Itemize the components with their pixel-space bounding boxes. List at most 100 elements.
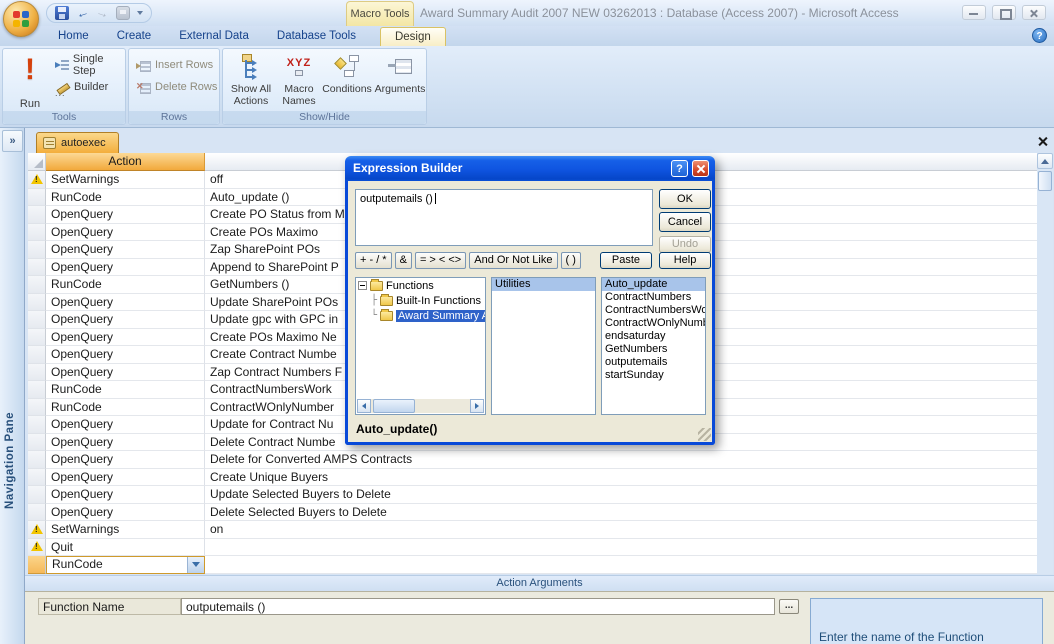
argument-cell[interactable]: Update Selected Buyers to Delete — [205, 486, 1037, 504]
function-list-item[interactable]: ContractNumbersWorki — [602, 304, 705, 317]
close-button[interactable] — [1022, 5, 1046, 20]
expression-values-list[interactable]: Auto_update ContractNumbers ContractNumb… — [601, 277, 706, 415]
action-cell[interactable]: OpenQuery — [46, 503, 205, 521]
action-cell[interactable]: OpenQuery — [46, 363, 205, 381]
vertical-scrollbar[interactable] — [1037, 153, 1053, 574]
action-cell[interactable]: OpenQuery — [46, 346, 205, 364]
function-list-item[interactable]: startSunday — [602, 369, 705, 382]
office-button[interactable] — [3, 1, 39, 37]
row-header[interactable] — [28, 556, 46, 574]
argument-cell[interactable]: Delete for Converted AMPS Contracts — [205, 451, 1037, 469]
operator-button[interactable]: ( ) — [560, 252, 581, 269]
function-list-item[interactable]: ContractNumbers — [602, 291, 705, 304]
operator-button[interactable]: And Or Not Like — [469, 252, 558, 269]
action-cell[interactable]: OpenQuery — [46, 206, 205, 224]
function-name-label[interactable]: Function Name — [38, 598, 181, 615]
tree-item-database-functions[interactable]: └ Award Summary Aud — [356, 308, 485, 323]
function-list-item[interactable]: outputemails — [602, 356, 705, 369]
function-list-item[interactable]: GetNumbers — [602, 343, 705, 356]
dropdown-arrow-icon[interactable] — [187, 557, 204, 573]
row-header[interactable] — [28, 416, 46, 434]
action-cell[interactable]: OpenQuery — [46, 451, 205, 469]
redo-icon[interactable]: → — [94, 3, 111, 21]
action-cell[interactable]: RunCode — [46, 276, 205, 294]
action-column-header[interactable]: Action — [46, 153, 205, 171]
action-cell[interactable]: OpenQuery — [46, 416, 205, 434]
build-button[interactable]: ... — [779, 599, 799, 614]
row-header[interactable] — [28, 433, 46, 451]
undo-icon[interactable]: ← — [74, 3, 91, 21]
collapse-icon[interactable] — [358, 281, 367, 290]
row-header[interactable] — [28, 258, 46, 276]
table-row[interactable]: Quit — [28, 538, 1037, 556]
tree-item-functions[interactable]: Functions — [356, 278, 485, 293]
row-header[interactable] — [28, 223, 46, 241]
row-header[interactable] — [28, 381, 46, 399]
row-header[interactable] — [28, 521, 46, 539]
action-cell[interactable]: OpenQuery — [46, 241, 205, 259]
run-button[interactable]: ! Run — [11, 54, 49, 111]
dialog-help-icon[interactable]: ? — [671, 160, 688, 177]
action-cell[interactable]: SetWarnings — [46, 521, 205, 539]
scroll-left-icon[interactable] — [357, 399, 371, 413]
action-cell[interactable]: OpenQuery — [46, 486, 205, 504]
action-cell[interactable]: RunCode — [46, 381, 205, 399]
row-header[interactable] — [28, 188, 46, 206]
delete-rows-button[interactable]: Delete Rows — [136, 79, 217, 95]
help-icon[interactable]: ? — [1032, 28, 1047, 43]
row-header[interactable] — [28, 451, 46, 469]
action-cell[interactable]: RunCode — [46, 398, 205, 416]
ribbon-tab[interactable]: Design — [379, 27, 446, 46]
action-cell[interactable]: OpenQuery — [46, 223, 205, 241]
row-header[interactable] — [28, 468, 46, 486]
category-list-item[interactable]: Utilities — [492, 278, 595, 291]
action-cell[interactable]: RunCode — [46, 188, 205, 206]
scrollbar-thumb[interactable] — [373, 399, 415, 413]
table-row[interactable]: OpenQuery Create Unique Buyers — [28, 468, 1037, 486]
expand-nav-pane-button[interactable]: » — [2, 130, 23, 152]
table-row[interactable]: SetWarnings on — [28, 521, 1037, 539]
help-button[interactable]: Help — [659, 252, 711, 269]
function-list-item[interactable]: ContractWOnlyNumber — [602, 317, 705, 330]
single-step-button[interactable]: Single Step — [55, 53, 125, 77]
row-header[interactable] — [28, 538, 46, 556]
paste-button[interactable]: Paste — [600, 252, 652, 269]
row-header[interactable] — [28, 346, 46, 364]
argument-cell[interactable]: on — [205, 521, 1037, 539]
tab-autoexec[interactable]: autoexec — [36, 132, 119, 153]
cancel-button[interactable]: Cancel — [659, 212, 711, 232]
resize-grip[interactable] — [698, 428, 711, 441]
tree-horizontal-scrollbar[interactable] — [357, 399, 484, 413]
expression-elements-tree[interactable]: Functions ├ Built-In Functions └ Award S… — [355, 277, 486, 415]
action-cell[interactable]: OpenQuery — [46, 258, 205, 276]
argument-cell[interactable] — [205, 556, 1037, 574]
action-cell[interactable]: RunCode — [46, 556, 205, 574]
builder-button[interactable]: Builder — [55, 79, 108, 98]
action-cell[interactable]: Quit — [46, 538, 205, 556]
row-header[interactable] — [28, 311, 46, 329]
navigation-pane-collapsed[interactable]: » Navigation Pane — [0, 128, 25, 644]
qat-customize-icon[interactable] — [137, 11, 143, 18]
undo-button[interactable]: Undo — [659, 236, 711, 253]
row-header[interactable] — [28, 363, 46, 381]
operator-button[interactable]: = > < <> — [414, 252, 467, 269]
table-row[interactable]: OpenQuery Delete for Converted AMPS Cont… — [28, 451, 1037, 469]
scroll-up-icon[interactable] — [1037, 153, 1053, 169]
minimize-button[interactable] — [962, 5, 986, 20]
table-row[interactable]: OpenQuery Update Selected Buyers to Dele… — [28, 486, 1037, 504]
dialog-title-bar[interactable]: Expression Builder — [345, 156, 715, 181]
function-list-item[interactable]: Auto_update — [602, 278, 705, 291]
restore-button[interactable] — [992, 5, 1016, 20]
select-all-corner[interactable] — [28, 153, 46, 171]
argument-cell[interactable]: Delete Selected Buyers to Delete — [205, 504, 1037, 521]
row-header[interactable] — [28, 171, 46, 189]
row-header[interactable] — [28, 328, 46, 346]
ribbon-tab[interactable]: External Data — [165, 27, 263, 46]
row-header[interactable] — [28, 398, 46, 416]
document-close-icon[interactable] — [1035, 134, 1051, 150]
row-header[interactable] — [28, 276, 46, 294]
expression-categories-list[interactable]: Utilities — [491, 277, 596, 415]
table-row[interactable]: OpenQuery Delete Selected Buyers to Dele… — [28, 503, 1037, 521]
row-header[interactable] — [28, 241, 46, 259]
function-list-item[interactable]: endsaturday — [602, 330, 705, 343]
